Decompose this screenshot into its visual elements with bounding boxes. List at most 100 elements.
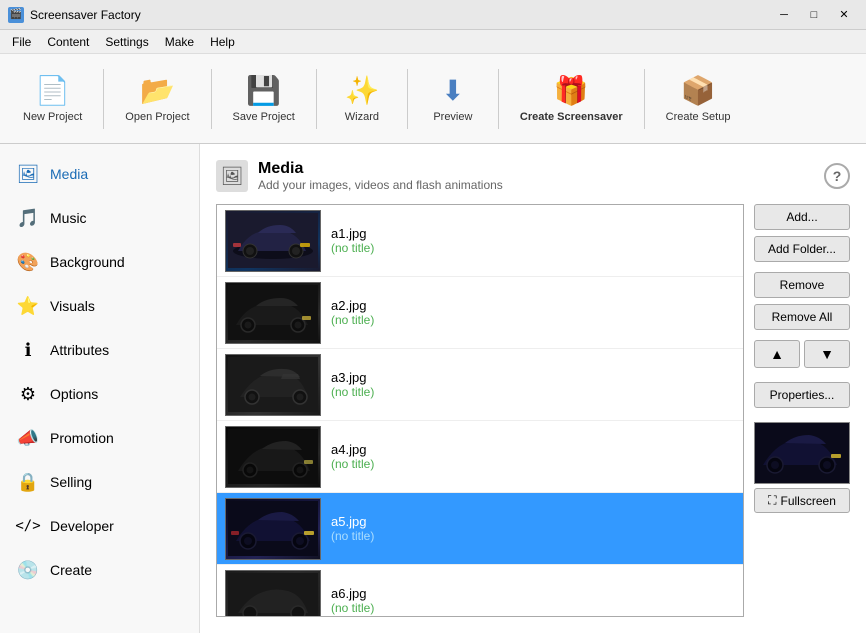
sidebar-item-background[interactable]: 🎨 Background — [0, 240, 199, 284]
media-thumb-4 — [225, 426, 321, 488]
car-thumb-4 — [226, 427, 320, 487]
new-project-label: New Project — [23, 111, 82, 123]
fullscreen-label: Fullscreen — [781, 494, 836, 508]
create-screensaver-label: Create Screensaver — [520, 111, 623, 123]
save-project-button[interactable]: 💾 Save Project — [222, 63, 306, 135]
mi-info-4: a4.jpg (no title) — [331, 442, 374, 471]
preview-icon: ⬇ — [441, 74, 464, 107]
mi-info-3: a3.jpg (no title) — [331, 370, 374, 399]
wizard-button[interactable]: ✨ Wizard — [327, 63, 397, 135]
remove-button[interactable]: Remove — [754, 272, 850, 298]
media-item-6[interactable]: a6.jpg (no title) — [217, 565, 743, 616]
fullscreen-button[interactable]: ⛶ Fullscreen — [754, 488, 850, 513]
mi-filename-6: a6.jpg — [331, 586, 374, 601]
create-screensaver-button[interactable]: 🎁 Create Screensaver — [509, 63, 634, 135]
sidebar-item-media[interactable]: 🖼 Media — [0, 152, 199, 196]
maximize-button[interactable]: □ — [800, 4, 828, 26]
visuals-icon: ⭐ — [16, 294, 40, 318]
media-thumb-3 — [225, 354, 321, 416]
sidebar-item-music[interactable]: 🎵 Music — [0, 196, 199, 240]
content-panel: 🖼 Media Add your images, videos and flas… — [200, 144, 866, 633]
preview-image — [754, 422, 850, 484]
car-thumb-2 — [226, 283, 320, 343]
sidebar-item-options[interactable]: ⚙ Options — [0, 372, 199, 416]
sidebar-media-label: Media — [50, 166, 88, 182]
preview-label: Preview — [433, 111, 472, 123]
new-project-button[interactable]: 📄 New Project — [12, 63, 93, 135]
media-item-2[interactable]: a2.jpg (no title) — [217, 277, 743, 349]
mi-title-6: (no title) — [331, 601, 374, 615]
attributes-icon: ℹ — [16, 338, 40, 362]
sidebar-item-attributes[interactable]: ℹ Attributes — [0, 328, 199, 372]
preview-button[interactable]: ⬇ Preview — [418, 63, 488, 135]
media-item-3[interactable]: a3.jpg (no title) — [217, 349, 743, 421]
sidebar-promotion-label: Promotion — [50, 430, 114, 446]
open-project-button[interactable]: 📂 Open Project — [114, 63, 200, 135]
developer-icon: </> — [16, 514, 40, 538]
options-icon: ⚙ — [16, 382, 40, 406]
sidebar-music-label: Music — [50, 210, 87, 226]
selling-icon: 🔒 — [16, 470, 40, 494]
menu-content[interactable]: Content — [39, 33, 97, 51]
menubar: File Content Settings Make Help — [0, 30, 866, 54]
app-icon: 🎬 — [8, 7, 24, 23]
save-project-label: Save Project — [233, 111, 295, 123]
menu-make[interactable]: Make — [157, 33, 202, 51]
menu-file[interactable]: File — [4, 33, 39, 51]
sidebar: 🖼 Media 🎵 Music 🎨 Background ⭐ Visuals ℹ… — [0, 144, 200, 633]
add-folder-button[interactable]: Add Folder... — [754, 236, 850, 262]
open-project-icon: 📂 — [140, 74, 175, 107]
media-thumb-2 — [225, 282, 321, 344]
mi-info-5: a5.jpg (no title) — [331, 514, 374, 543]
move-down-button[interactable]: ▼ — [804, 340, 850, 368]
car-thumb-1 — [226, 211, 320, 271]
media-item-5[interactable]: a5.jpg (no title) — [217, 493, 743, 565]
preview-section: ⛶ Fullscreen — [754, 422, 850, 513]
sidebar-developer-label: Developer — [50, 518, 114, 534]
close-button[interactable]: ✕ — [830, 4, 858, 26]
create-setup-button[interactable]: 📦 Create Setup — [655, 63, 742, 135]
content-header-text: Media Add your images, videos and flash … — [258, 160, 503, 192]
new-project-icon: 📄 — [35, 74, 70, 107]
media-item-1[interactable]: a1.jpg (no title) — [217, 205, 743, 277]
mi-filename-3: a3.jpg — [331, 370, 374, 385]
open-project-label: Open Project — [125, 111, 189, 123]
menu-help[interactable]: Help — [202, 33, 243, 51]
reorder-arrows: ▲ ▼ — [754, 340, 850, 368]
app-title: Screensaver Factory — [30, 8, 770, 22]
mi-title-5: (no title) — [331, 529, 374, 543]
toolbar-sep-3 — [316, 69, 317, 129]
sidebar-item-promotion[interactable]: 📣 Promotion — [0, 416, 199, 460]
titlebar: 🎬 Screensaver Factory ─ □ ✕ — [0, 0, 866, 30]
sidebar-item-developer[interactable]: </> Developer — [0, 504, 199, 548]
media-item-4[interactable]: a4.jpg (no title) — [217, 421, 743, 493]
media-thumb-6 — [225, 570, 321, 617]
sidebar-create-label: Create — [50, 562, 92, 578]
sidebar-item-visuals[interactable]: ⭐ Visuals — [0, 284, 199, 328]
mi-filename-5: a5.jpg — [331, 514, 374, 529]
mi-title-3: (no title) — [331, 385, 374, 399]
right-panel: Add... Add Folder... Remove Remove All ▲… — [754, 204, 850, 617]
media-thumb-1 — [225, 210, 321, 272]
sidebar-visuals-label: Visuals — [50, 298, 95, 314]
menu-settings[interactable]: Settings — [97, 33, 156, 51]
fullscreen-icon: ⛶ — [768, 493, 776, 508]
move-up-button[interactable]: ▲ — [754, 340, 800, 368]
promotion-icon: 📣 — [16, 426, 40, 450]
minimize-button[interactable]: ─ — [770, 4, 798, 26]
mi-info-2: a2.jpg (no title) — [331, 298, 374, 327]
help-button[interactable]: ? — [824, 163, 850, 189]
window-controls: ─ □ ✕ — [770, 4, 858, 26]
media-icon: 🖼 — [16, 162, 40, 186]
properties-button[interactable]: Properties... — [754, 382, 850, 408]
content-title: Media — [258, 160, 503, 178]
remove-all-button[interactable]: Remove All — [754, 304, 850, 330]
content-header-icon: 🖼 — [216, 160, 248, 192]
sidebar-item-selling[interactable]: 🔒 Selling — [0, 460, 199, 504]
add-button[interactable]: Add... — [754, 204, 850, 230]
sidebar-item-create[interactable]: 💿 Create — [0, 548, 199, 592]
music-icon: 🎵 — [16, 206, 40, 230]
create-setup-label: Create Setup — [666, 111, 731, 123]
content-body: a1.jpg (no title) — [216, 204, 850, 617]
media-list[interactable]: a1.jpg (no title) — [217, 205, 743, 616]
